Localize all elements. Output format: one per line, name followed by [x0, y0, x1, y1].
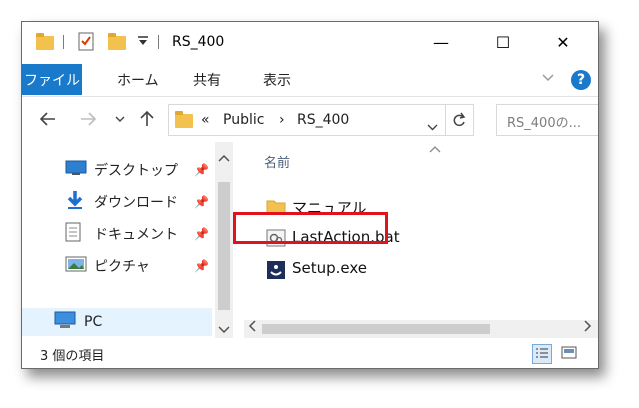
document-icon: [65, 222, 81, 246]
maximize-icon: ☐: [495, 32, 511, 52]
minimize-icon: —: [433, 32, 449, 52]
pictures-icon: [65, 256, 87, 276]
chevron-down-icon: [427, 124, 438, 131]
column-header-name[interactable]: 名前: [264, 152, 290, 171]
pin-icon[interactable]: 📌: [194, 195, 209, 209]
nav-item-label: PC: [84, 314, 103, 330]
breadcrumb-separator[interactable]: ›: [279, 112, 285, 128]
tab-view[interactable]: 表示: [263, 64, 291, 95]
horizontal-scrollbar-thumb[interactable]: [262, 324, 490, 334]
ribbon-expand-icon[interactable]: [542, 71, 554, 86]
up-button[interactable]: [135, 107, 159, 131]
recent-locations-button[interactable]: [108, 107, 132, 131]
up-arrow-icon: [140, 111, 154, 126]
navigation-pane: デスクトップ 📌 ダウンロード 📌 ドキュメント 📌 ピクチャ 📌 PC: [22, 142, 234, 338]
help-button[interactable]: ?: [571, 70, 591, 90]
chevron-down-icon: [115, 116, 125, 122]
setup-exe-icon: [266, 260, 286, 284]
tab-home[interactable]: ホーム: [117, 64, 159, 95]
scroll-right-button[interactable]: [584, 320, 592, 335]
ribbon: ファイル ホーム 共有 表示 ?: [22, 62, 598, 97]
search-placeholder: RS_400の...: [507, 116, 581, 131]
nav-scrollbar-thumb[interactable]: [218, 182, 230, 310]
refresh-icon: [453, 112, 466, 127]
large-icons-view-icon: [561, 346, 577, 359]
folder-icon: [175, 111, 193, 128]
address-row: « Public › RS_400 RS_400の...: [22, 97, 598, 141]
pin-icon[interactable]: 📌: [194, 259, 209, 273]
file-name: Setup.exe: [292, 259, 368, 277]
tab-share[interactable]: 共有: [193, 64, 221, 95]
toolbar-separator: [158, 35, 159, 49]
status-bar: 3 個の項目: [22, 338, 598, 368]
details-view-button[interactable]: [532, 344, 552, 364]
nav-item-label: ドキュメント: [94, 227, 178, 243]
properties-icon[interactable]: [78, 31, 94, 51]
back-arrow-icon: [40, 112, 55, 126]
nav-item-downloads[interactable]: ダウンロード 📌: [22, 188, 212, 216]
download-icon: [65, 190, 85, 214]
breadcrumb-rs400[interactable]: RS_400: [297, 112, 349, 128]
pc-icon: [54, 311, 76, 333]
address-dropdown-button[interactable]: [427, 116, 438, 135]
chevron-down-icon: [218, 326, 230, 334]
chevron-right-icon: [584, 320, 592, 332]
nav-item-label: デスクトップ: [94, 163, 178, 179]
nav-item-desktop[interactable]: デスクトップ 📌: [22, 156, 212, 184]
item-count: 3 個の項目: [40, 349, 105, 364]
breadcrumb-overflow[interactable]: «: [201, 112, 210, 128]
nav-item-label: ピクチャ: [94, 259, 150, 275]
refresh-button[interactable]: [452, 112, 466, 132]
divider: [445, 105, 446, 135]
scroll-left-button[interactable]: [248, 320, 256, 335]
minimize-button[interactable]: —: [418, 22, 464, 62]
maximize-button[interactable]: ☐: [480, 22, 526, 62]
breadcrumb-public[interactable]: Public: [223, 112, 264, 128]
title-bar: RS_400 — ☐ ✕: [22, 22, 598, 62]
close-button[interactable]: ✕: [540, 22, 586, 62]
large-icons-view-button[interactable]: [560, 344, 580, 364]
pin-icon[interactable]: 📌: [194, 227, 209, 241]
highlight-box: [233, 212, 388, 244]
nav-item-pictures[interactable]: ピクチャ 📌: [22, 252, 212, 280]
forward-arrow-icon: [81, 112, 96, 126]
nav-item-pc[interactable]: PC: [22, 308, 212, 336]
nav-item-documents[interactable]: ドキュメント 📌: [22, 220, 212, 248]
close-icon: ✕: [556, 32, 570, 52]
window-title: RS_400: [172, 34, 225, 50]
chevron-up-icon: [218, 154, 230, 162]
desktop-icon: [65, 160, 87, 180]
pin-icon[interactable]: 📌: [194, 163, 209, 177]
nav-item-label: ダウンロード: [94, 195, 178, 211]
scroll-down-button[interactable]: [218, 324, 230, 337]
back-button[interactable]: [36, 107, 60, 131]
tab-file[interactable]: ファイル: [22, 64, 82, 95]
customize-toolbar-icon[interactable]: [137, 34, 149, 52]
details-view-icon: [536, 348, 548, 358]
toolbar-separator: [63, 35, 64, 49]
search-input[interactable]: RS_400の...: [496, 104, 598, 136]
chevron-left-icon: [248, 320, 256, 332]
forward-button[interactable]: [76, 107, 100, 131]
explorer-window: RS_400 — ☐ ✕ ファイル ホーム 共有 表示 ? « Public ›…: [21, 21, 599, 369]
scroll-up-button[interactable]: [218, 152, 230, 165]
sort-ascending-icon: [429, 142, 441, 156]
address-bar[interactable]: « Public › RS_400: [168, 104, 474, 136]
